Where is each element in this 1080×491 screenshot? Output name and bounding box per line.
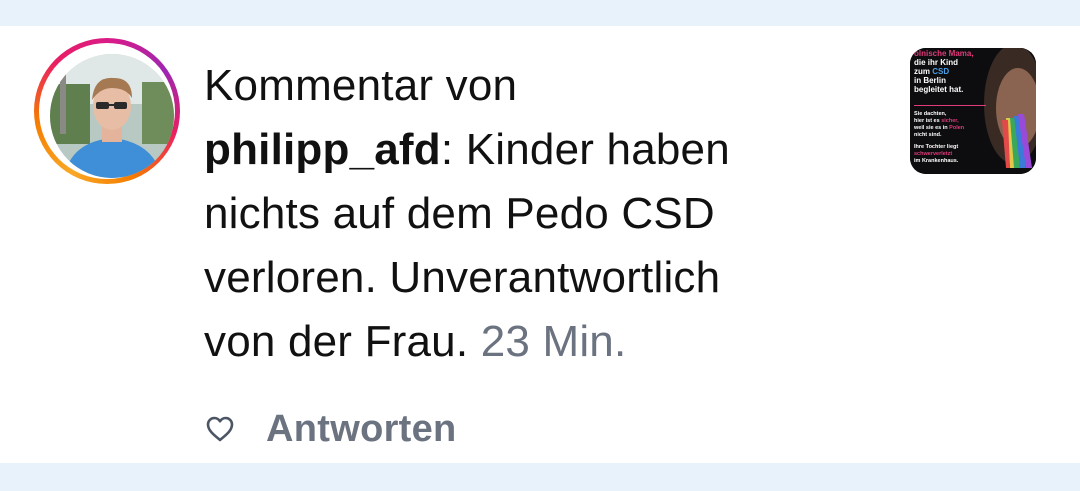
post-thumbnail[interactable]: olnische Mama, die ihr Kind zum CSD in B… bbox=[910, 48, 1036, 174]
thumb-text-3: zum CSD bbox=[914, 67, 949, 76]
story-ring[interactable] bbox=[34, 38, 180, 184]
thumb-text-1: olnische Mama, bbox=[914, 49, 974, 58]
username-link[interactable]: philipp_afd bbox=[204, 125, 441, 174]
thumb-text-9: nicht sind. bbox=[914, 132, 942, 138]
comment-text: Kommentar von philipp_afd: Kinder haben … bbox=[204, 54, 884, 374]
comment-actions: Antworten bbox=[204, 404, 457, 454]
thumb-text-3a: zum bbox=[914, 67, 932, 76]
thumb-text-8: weil sie es in Polen bbox=[913, 125, 965, 131]
post-thumbnail-image: olnische Mama, die ihr Kind zum CSD in B… bbox=[910, 48, 1036, 174]
thumb-text-10: Ihre Tochter liegt bbox=[914, 144, 958, 150]
comment-notification[interactable]: Kommentar von philipp_afd: Kinder haben … bbox=[0, 26, 1080, 463]
avatar-ring-gap bbox=[39, 43, 175, 179]
comment-body-part-1: Kinder haben bbox=[453, 125, 730, 174]
heart-outline-icon[interactable] bbox=[204, 413, 236, 445]
thumb-text-11: schwerverletzt bbox=[914, 151, 952, 157]
timestamp: 23 Min. bbox=[480, 317, 627, 366]
avatar[interactable] bbox=[50, 54, 174, 178]
reply-button[interactable]: Antworten bbox=[266, 408, 457, 451]
comment-body-part-4: von der Frau. bbox=[204, 317, 469, 366]
thumb-text-6: Sie dachten, bbox=[914, 111, 947, 117]
thumb-text-5: begleitet hat. bbox=[914, 85, 963, 94]
comment-line-5: von der Frau. 23 Min. bbox=[204, 310, 884, 374]
comment-line-1: Kommentar von bbox=[204, 54, 884, 118]
thumb-text-7: hier ist es sicher, bbox=[914, 118, 959, 124]
thumb-text-4: in Berlin bbox=[914, 76, 946, 85]
comment-line-3: nichts auf dem Pedo CSD bbox=[204, 182, 884, 246]
comment-separator: : bbox=[440, 125, 454, 174]
avatar-photo bbox=[50, 54, 174, 178]
thumb-text-3b: CSD bbox=[932, 67, 949, 76]
thumb-text-2: die ihr Kind bbox=[914, 58, 958, 67]
comment-body-part-2: nichts auf dem Pedo CSD bbox=[204, 189, 715, 238]
comment-prefix: Kommentar von bbox=[204, 61, 518, 110]
thumb-text-8b: Polen bbox=[949, 125, 965, 131]
thumb-text-7b: sicher, bbox=[941, 118, 959, 124]
thumb-text-8a: weil sie es in bbox=[913, 125, 949, 131]
comment-body-part-3: verloren. Unverantwortlich bbox=[204, 253, 721, 302]
thumb-text-7a: hier ist es bbox=[914, 118, 941, 124]
thumb-text-12: im Krankenhaus. bbox=[914, 158, 959, 164]
comment-line-4: verloren. Unverantwortlich bbox=[204, 246, 884, 310]
comment-line-2: philipp_afd: Kinder haben bbox=[204, 118, 884, 182]
